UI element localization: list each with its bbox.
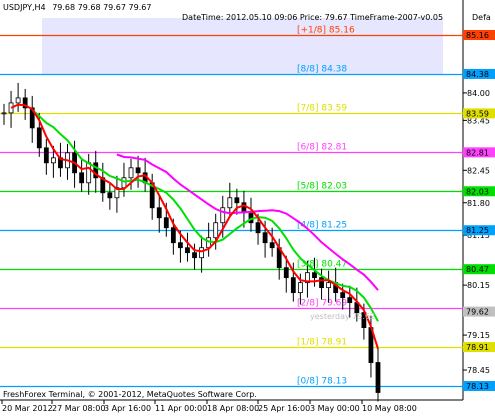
price-badge-label: 83.59 bbox=[466, 109, 489, 118]
candle-body bbox=[170, 227, 176, 244]
time-tick-label: 27 Mar 08:00 bbox=[52, 404, 105, 413]
candle-body bbox=[50, 157, 56, 164]
upper-zone-shade bbox=[42, 18, 443, 74]
price-tick-label: 78.45 bbox=[467, 366, 490, 375]
candle-body bbox=[297, 282, 303, 294]
murrey-level-label: [0/8] 78.13 bbox=[297, 377, 347, 387]
time-tick-label: 25 Apr 16:00 bbox=[258, 404, 310, 413]
candle-body bbox=[178, 242, 183, 249]
symbol-header: USDJPY,H4 79.68 79.68 79.67 79.67 bbox=[3, 3, 151, 12]
price-badge-label: 78.91 bbox=[466, 343, 489, 352]
candle-body bbox=[375, 362, 381, 393]
price-tick-label: 79.15 bbox=[467, 331, 490, 340]
candle-body bbox=[255, 222, 261, 234]
time-tick-label: 11 Apr 00:00 bbox=[155, 404, 207, 413]
price-badge-label: 80.47 bbox=[466, 265, 489, 274]
price-badge-label: 84.38 bbox=[466, 70, 489, 79]
candle-body bbox=[199, 247, 204, 259]
murrey-level-label: [7/8] 83.59 bbox=[297, 104, 347, 114]
price-tick-label: 81.80 bbox=[467, 199, 490, 208]
candle-body bbox=[290, 277, 296, 294]
candle-body bbox=[347, 297, 353, 304]
candle-body bbox=[340, 292, 346, 299]
murrey-level-label: [8/8] 84.38 bbox=[297, 65, 347, 75]
copyright-footer: FreshForex Terminal, © 2001-2012, MetaQu… bbox=[3, 390, 257, 399]
info-truncated: Defa bbox=[472, 13, 491, 22]
price-tick-label: 80.15 bbox=[467, 281, 490, 290]
candle-body bbox=[283, 267, 289, 279]
price-tick-label: 84.00 bbox=[467, 89, 490, 98]
price-badge-label: 79.62 bbox=[466, 308, 489, 317]
murrey-level-label: [2/8] 79.69 bbox=[297, 299, 347, 309]
candle-body bbox=[15, 97, 21, 104]
candle-body bbox=[43, 147, 49, 164]
ohlc-values: 79.68 79.68 79.67 79.67 bbox=[52, 3, 151, 12]
candle-body bbox=[79, 172, 85, 184]
price-badge-label: 82.03 bbox=[466, 187, 489, 196]
time-tick-label: 18 Apr 08:00 bbox=[207, 404, 259, 413]
murrey-level-label: [1/8] 78.91 bbox=[297, 338, 347, 348]
price-badge-label: 78.13 bbox=[466, 382, 489, 391]
murrey-level-label: [+1/8] 85.16 bbox=[297, 26, 355, 36]
time-tick-label: 20 Mar 2012 bbox=[2, 404, 53, 413]
candle-body bbox=[135, 167, 141, 174]
candle-body bbox=[36, 127, 42, 149]
candle-body bbox=[185, 247, 190, 254]
candle-body bbox=[107, 192, 113, 199]
candle-body bbox=[86, 162, 92, 184]
time-tick-label: 10 May 08:00 bbox=[362, 404, 417, 413]
murrey-level-label: [5/8] 82.03 bbox=[297, 182, 347, 192]
candle-body bbox=[269, 242, 275, 249]
candle-body bbox=[1, 112, 7, 115]
candle-body bbox=[163, 217, 169, 229]
candle-body bbox=[262, 232, 268, 244]
price-badge-label: 82.81 bbox=[466, 148, 489, 157]
candle-body bbox=[312, 272, 317, 279]
symbol-label: USDJPY,H4 bbox=[3, 3, 46, 12]
candle-body bbox=[234, 197, 240, 204]
time-tick-label: 3 May 00:00 bbox=[310, 404, 360, 413]
price-tick-label: 82.45 bbox=[467, 166, 490, 175]
time-tick-label: 3 Apr 16:00 bbox=[104, 404, 151, 413]
candle-body bbox=[227, 197, 233, 209]
candle-body bbox=[156, 207, 162, 219]
price-badge-label: 81.25 bbox=[466, 226, 489, 235]
candle-body bbox=[326, 282, 332, 289]
datetime-info: DateTime: 2012.05.10 09:06 Price: 79.67 … bbox=[182, 13, 443, 22]
candle-body bbox=[319, 277, 324, 289]
bid-label: yesterday 79.62 bbox=[310, 312, 375, 321]
chart-canvas: [+1/8] 85.16 [8/8] 84.38 [7/8] 83.59 [6/8] … bbox=[0, 0, 495, 416]
candle-body bbox=[121, 177, 127, 189]
candle-body bbox=[220, 207, 226, 224]
price-badge-label: 85.16 bbox=[466, 31, 489, 40]
candle-body bbox=[192, 252, 197, 259]
candle-body bbox=[128, 167, 134, 179]
candle-body bbox=[213, 222, 219, 239]
murrey-level-label: [6/8] 82.81 bbox=[297, 143, 347, 153]
